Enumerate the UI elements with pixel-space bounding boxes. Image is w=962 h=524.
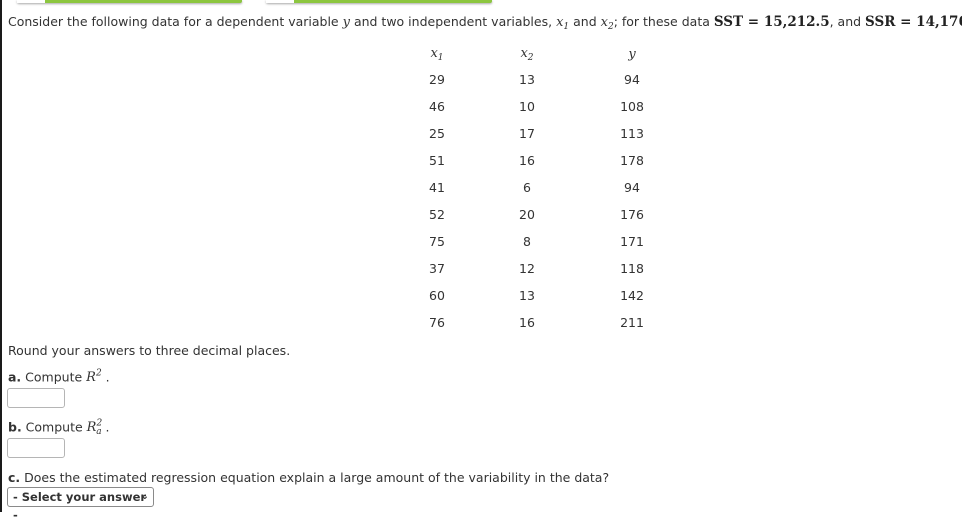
part-c-label: c. Does the estimated regression equatio… xyxy=(8,470,610,485)
part-b-label: b. Compute R2a . xyxy=(8,419,110,438)
sst-expression: SST = 15,212.5 xyxy=(713,14,830,30)
cell-x1: 75 xyxy=(429,234,445,249)
part-a-label: a. Compute R2 . xyxy=(8,369,110,386)
progress-bar-2-track xyxy=(266,0,294,3)
select-value: - Select your answer - xyxy=(13,490,147,522)
cell-x1: 52 xyxy=(429,207,445,222)
adjusted-r-squared-symbol: R2a xyxy=(86,419,103,438)
header-x1: x1 xyxy=(430,46,444,63)
answer-select[interactable]: - Select your answer - ⌄ xyxy=(7,487,154,522)
r-squared-input[interactable] xyxy=(7,388,65,408)
table-row: 60 13 142 xyxy=(412,282,672,309)
table-row: 25 17 113 xyxy=(412,120,672,147)
cell-y: 176 xyxy=(620,207,644,222)
cell-x2: 12 xyxy=(519,261,535,276)
table-row: 76 16 211 xyxy=(412,309,672,336)
cell-x2: 16 xyxy=(519,153,535,168)
cell-x1: 46 xyxy=(429,99,445,114)
window-left-border xyxy=(0,0,2,512)
intro-text: ; for these data xyxy=(613,14,714,29)
progress-bar-2 xyxy=(266,0,492,3)
intro-text: and two independent variables, xyxy=(349,14,557,29)
table-header-row: x1 x2 y xyxy=(412,42,672,66)
cell-y: 108 xyxy=(620,99,644,114)
ssr-value: 14,176.6 xyxy=(916,14,962,30)
header-x2: x2 xyxy=(520,46,534,63)
table-row: 46 10 108 xyxy=(412,93,672,120)
cell-y: 142 xyxy=(620,288,644,303)
var-y: y xyxy=(342,15,350,30)
table-row: 75 8 171 xyxy=(412,228,672,255)
cell-y: 94 xyxy=(624,72,640,87)
sst-value: 15,212.5 xyxy=(763,14,830,30)
cell-x1: 51 xyxy=(429,153,445,168)
cell-y: 113 xyxy=(620,126,644,141)
var-x1: x1 xyxy=(556,15,570,32)
cell-x2: 6 xyxy=(523,180,531,195)
intro-text: and xyxy=(569,14,601,29)
question-intro: Consider the following data for a depend… xyxy=(8,14,962,32)
table-row: 52 20 176 xyxy=(412,201,672,228)
cell-x2: 16 xyxy=(519,315,535,330)
cell-x2: 13 xyxy=(519,288,535,303)
cell-y: 118 xyxy=(620,261,644,276)
cell-x1: 37 xyxy=(429,261,445,276)
table-row: 37 12 118 xyxy=(412,255,672,282)
header-y: y xyxy=(628,47,636,62)
cell-x2: 8 xyxy=(523,234,531,249)
chevron-down-icon: ⌄ xyxy=(140,491,149,502)
cell-x2: 17 xyxy=(519,126,535,141)
cell-x1: 41 xyxy=(429,180,445,195)
cell-x2: 20 xyxy=(519,207,535,222)
cell-x1: 76 xyxy=(429,315,445,330)
ssr-expression: SSR = 14,176.6 xyxy=(865,14,962,30)
cell-x2: 10 xyxy=(519,99,535,114)
intro-text: , and xyxy=(829,14,866,29)
cell-x2: 13 xyxy=(519,72,535,87)
data-table: x1 x2 y 29 13 94 46 10 108 25 17 113 51 16 178 41 6 94… xyxy=(412,42,672,336)
cell-y: 171 xyxy=(620,234,644,249)
cell-y: 178 xyxy=(620,153,644,168)
cell-x1: 29 xyxy=(429,72,445,87)
table-row: 41 6 94 xyxy=(412,174,672,201)
cell-x1: 25 xyxy=(429,126,445,141)
adjusted-r-squared-input[interactable] xyxy=(7,438,65,458)
cell-y: 94 xyxy=(624,180,640,195)
cell-x1: 60 xyxy=(429,288,445,303)
progress-bar-1-track xyxy=(17,0,45,3)
table-row: 51 16 178 xyxy=(412,147,672,174)
progress-bar-1 xyxy=(17,0,242,3)
table-row: 29 13 94 xyxy=(412,66,672,93)
cell-y: 211 xyxy=(620,315,644,330)
var-x2: x2 xyxy=(600,15,614,32)
intro-text: Consider the following data for a depend… xyxy=(8,14,343,29)
rounding-instructions: Round your answers to three decimal plac… xyxy=(8,343,291,358)
r-squared-symbol: R2 xyxy=(86,369,102,386)
